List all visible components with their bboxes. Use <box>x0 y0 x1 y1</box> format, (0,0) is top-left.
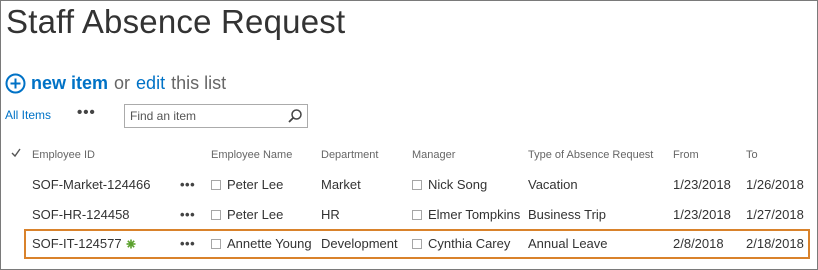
to-date-cell: 1/27/2018 <box>746 207 804 222</box>
view-all-items[interactable]: All Items <box>5 108 51 122</box>
department-cell: HR <box>321 207 340 222</box>
or-label: or <box>114 72 131 93</box>
new-item-sparkle-icon <box>126 239 136 249</box>
this-list-label: this list <box>171 72 227 93</box>
search-icon[interactable] <box>287 108 303 124</box>
to-date-cell: 1/26/2018 <box>746 177 804 192</box>
manager-cell: Cynthia Carey <box>412 236 510 251</box>
table-row[interactable]: SOF-HR-124458 ••• Peter Lee HR Elmer Tom… <box>1 200 818 230</box>
command-bar: new item or edit this list <box>5 70 226 96</box>
manager-text[interactable]: Nick Song <box>428 177 487 192</box>
employee-name-text[interactable]: Annette Young <box>227 236 312 251</box>
manager-cell: Elmer Tompkins <box>412 207 520 222</box>
presence-checkbox-icon <box>211 180 221 190</box>
presence-checkbox-icon <box>412 180 422 190</box>
presence-checkbox-icon <box>412 210 422 220</box>
from-date-cell: 1/23/2018 <box>673 207 731 222</box>
employee-name-cell: Annette Young <box>211 236 312 251</box>
edit-link[interactable]: edit <box>136 73 165 94</box>
search-input[interactable] <box>125 105 283 127</box>
employee-name-cell: Peter Lee <box>211 177 283 192</box>
page-title: Staff Absence Request <box>6 3 346 40</box>
column-header-department[interactable]: Department <box>321 149 378 161</box>
employee-id-text[interactable]: SOF-IT-124577 <box>32 236 122 251</box>
manager-text[interactable]: Cynthia Carey <box>428 236 510 251</box>
employee-id-cell: SOF-IT-124577 <box>32 236 136 251</box>
column-header-employee-name[interactable]: Employee Name <box>211 149 292 161</box>
row-menu-ellipsis-icon[interactable]: ••• <box>180 207 195 222</box>
department-cell: Market <box>321 177 361 192</box>
absence-type-cell: Vacation <box>528 177 578 192</box>
presence-checkbox-icon <box>211 210 221 220</box>
manager-text[interactable]: Elmer Tompkins <box>428 207 520 222</box>
from-date-cell: 2/8/2018 <box>673 236 724 251</box>
column-header-from[interactable]: From <box>673 149 699 161</box>
manager-cell: Nick Song <box>412 177 487 192</box>
column-header-employee-id[interactable]: Employee ID <box>32 149 95 161</box>
presence-checkbox-icon <box>412 239 422 249</box>
absence-type-cell: Annual Leave <box>528 236 608 251</box>
employee-id-cell[interactable]: SOF-Market-124466 <box>32 177 151 192</box>
table-row-selected[interactable]: SOF-IT-124577 ••• Annette Young Developm… <box>24 229 810 259</box>
from-date-cell: 1/23/2018 <box>673 177 731 192</box>
department-cell: Development <box>321 236 398 251</box>
select-all-checkmark-icon[interactable] <box>11 147 21 159</box>
new-item-link[interactable]: new item <box>31 73 108 94</box>
column-header-manager[interactable]: Manager <box>412 149 455 161</box>
employee-id-cell[interactable]: SOF-HR-124458 <box>32 207 130 222</box>
row-menu-ellipsis-icon[interactable]: ••• <box>180 177 195 192</box>
employee-name-text[interactable]: Peter Lee <box>227 177 283 192</box>
search-box <box>124 104 308 128</box>
app-frame: Staff Absence Request new item or edit t… <box>0 0 818 270</box>
presence-checkbox-icon <box>211 239 221 249</box>
employee-name-text[interactable]: Peter Lee <box>227 207 283 222</box>
employee-name-cell: Peter Lee <box>211 207 283 222</box>
column-header-absence-type[interactable]: Type of Absence Request <box>528 149 653 161</box>
to-date-cell: 2/18/2018 <box>746 236 804 251</box>
absence-type-cell: Business Trip <box>528 207 607 222</box>
row-menu-ellipsis-icon[interactable]: ••• <box>180 236 195 251</box>
add-circle-icon[interactable] <box>5 73 26 94</box>
table-row[interactable]: SOF-Market-124466 ••• Peter Lee Market N… <box>1 170 818 200</box>
view-more-ellipsis-icon[interactable]: ••• <box>77 104 96 121</box>
column-header-to[interactable]: To <box>746 149 758 161</box>
